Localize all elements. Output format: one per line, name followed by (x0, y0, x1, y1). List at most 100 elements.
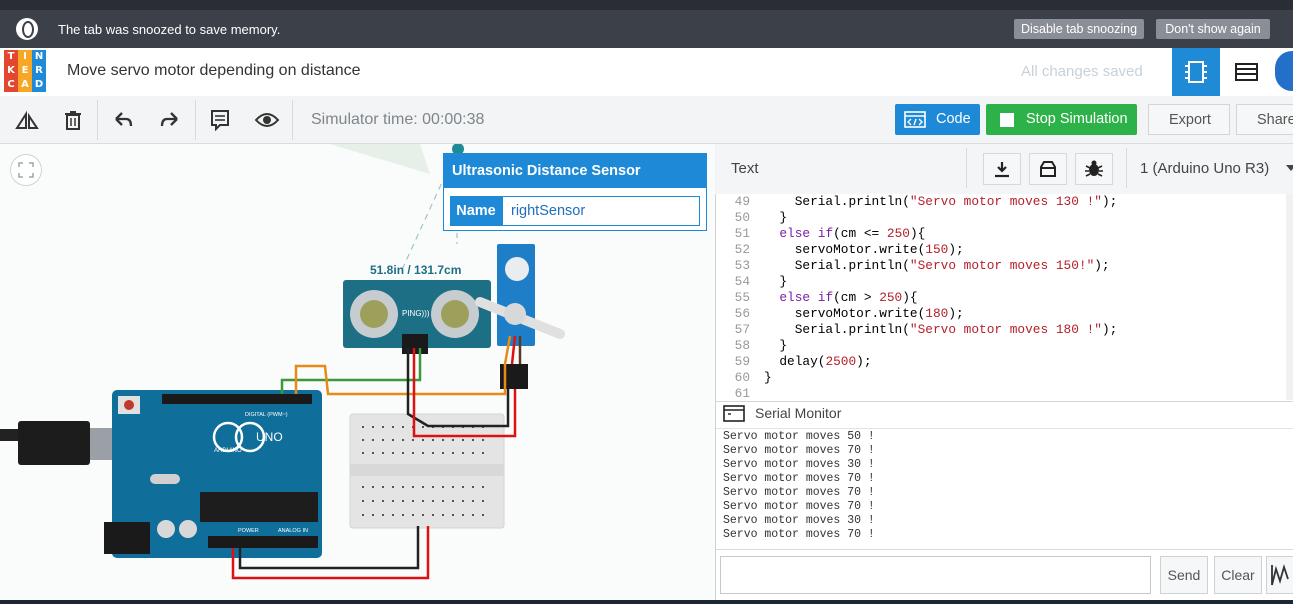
code-text: } (764, 338, 788, 353)
code-text: } (764, 370, 772, 385)
graph-button[interactable] (1266, 556, 1293, 594)
rotate-button[interactable] (4, 96, 50, 143)
logo-letter: R (32, 64, 46, 78)
code-button[interactable]: Code (895, 104, 980, 135)
code-text: Serial.println("Servo motor moves 180 !"… (764, 322, 1118, 337)
export-button[interactable]: Export (1148, 104, 1230, 135)
serial-line: Servo motor moves 70 ! (723, 472, 875, 485)
code-text: } (764, 210, 788, 225)
table-icon (1235, 63, 1258, 81)
code-line[interactable]: 49 Serial.println("Servo motor moves 130… (716, 194, 1118, 210)
component-name-input[interactable]: rightSensor (502, 196, 700, 226)
code-line[interactable]: 51 else if(cm <= 250){ (716, 226, 926, 242)
fit-view-button[interactable] (10, 154, 42, 186)
share-label: Share (1257, 112, 1293, 128)
debugger-button[interactable] (1075, 153, 1113, 185)
library-box-icon (1040, 161, 1056, 177)
logo-letter: I (18, 50, 32, 64)
circuit-view-button[interactable] (1172, 48, 1220, 96)
libraries-button[interactable] (1029, 153, 1067, 185)
logo-letter: N (32, 50, 46, 64)
stop-simulation-button[interactable]: Stop Simulation (986, 104, 1137, 135)
code-text: Serial.println("Servo motor moves 150!")… (764, 258, 1110, 273)
redo-button[interactable] (147, 96, 193, 143)
code-text: } (764, 274, 788, 289)
undo-icon (115, 111, 133, 126)
code-line[interactable]: 50 } (716, 210, 787, 226)
tinkercad-logo[interactable]: TINKERCAD (4, 50, 46, 92)
logo-letter: C (4, 78, 18, 92)
view-toggle-button[interactable] (244, 96, 290, 143)
serial-input[interactable] (720, 556, 1151, 594)
logo-letter: T (4, 50, 18, 64)
delete-button[interactable] (50, 96, 96, 143)
serial-line: Servo motor moves 70 ! (723, 444, 875, 457)
code-text: Serial.println("Servo motor moves 130 !"… (764, 194, 1118, 209)
code-editor[interactable]: 49 Serial.println("Servo motor moves 130… (716, 194, 1293, 400)
board-select[interactable]: 1 (Arduino Uno R3) (1140, 160, 1269, 177)
undo-button[interactable] (100, 96, 146, 143)
line-number: 58 (734, 338, 750, 353)
code-line[interactable]: 61 (716, 386, 764, 400)
sensor-label: PING))) (402, 309, 430, 318)
opera-logo-icon (16, 18, 38, 40)
code-line[interactable]: 60} (716, 370, 772, 386)
notes-button[interactable] (197, 96, 243, 143)
logo-letter: K (4, 64, 18, 78)
code-text: else if(cm > 250){ (779, 290, 918, 305)
disable-snoozing-button[interactable]: Disable tab snoozing (1014, 19, 1144, 39)
project-title[interactable]: Move servo motor depending on distance (67, 62, 361, 80)
code-line[interactable]: 57 Serial.println("Servo motor moves 180… (716, 322, 1118, 338)
simulator-time: Simulator time: 00:00:38 (311, 111, 485, 128)
serial-line: Servo motor moves 30 ! (723, 458, 875, 471)
dont-show-again-button[interactable]: Don't show again (1156, 19, 1270, 39)
code-line[interactable]: 54 } (716, 274, 787, 290)
editor-mode-select[interactable]: Text (731, 160, 759, 177)
power-label: POWER (238, 528, 259, 534)
line-number: 60 (734, 370, 750, 385)
expand-icon (18, 162, 34, 178)
name-label: Name (450, 196, 502, 226)
distance-readout: 51.8in / 131.7cm (370, 263, 461, 277)
circuit-chip-icon (1185, 61, 1207, 83)
bug-icon (1085, 160, 1103, 177)
serial-line: Servo motor moves 50 ! (723, 430, 875, 443)
line-number: 52 (734, 242, 750, 257)
graph-icon (1271, 563, 1289, 586)
code-line[interactable]: 56 servoMotor.write(180); (716, 306, 964, 322)
code-line[interactable]: 58 } (716, 338, 787, 354)
code-line[interactable]: 53 Serial.println("Servo motor moves 150… (716, 258, 1110, 274)
download-button[interactable] (983, 153, 1021, 185)
code-text: else if(cm <= 250){ (779, 226, 926, 241)
send-button[interactable]: Send (1160, 556, 1208, 594)
clear-button[interactable]: Clear (1214, 556, 1262, 594)
stop-label: Stop Simulation (1026, 111, 1128, 127)
component-inspector: Ultrasonic Distance Sensor Name rightSen… (443, 153, 707, 231)
digital-label: DIGITAL (PWM~) (245, 412, 288, 418)
arduino-brand-label: ARDUINO (214, 448, 242, 454)
download-icon (995, 162, 1009, 178)
snooze-message: The tab was snoozed to save memory. (58, 22, 281, 37)
code-icon (904, 111, 926, 128)
notes-icon (211, 109, 229, 131)
code-line[interactable]: 52 servoMotor.write(150); (716, 242, 964, 258)
serial-line: Servo motor moves 30 ! (723, 514, 875, 527)
code-label: Code (936, 111, 971, 127)
line-number: 51 (734, 226, 750, 241)
serial-line: Servo motor moves 70 ! (723, 486, 875, 499)
share-button[interactable]: Share (1236, 104, 1293, 135)
component-list-button[interactable] (1222, 48, 1270, 96)
rotate-icon (15, 110, 39, 129)
code-line[interactable]: 55 else if(cm > 250){ (716, 290, 918, 306)
code-text: delay(2500); (764, 354, 872, 369)
line-number: 59 (734, 354, 750, 369)
editor-scrollbar[interactable] (1286, 194, 1293, 400)
serial-line: Servo motor moves 70 ! (723, 528, 875, 541)
serial-monitor-icon (723, 405, 745, 422)
code-line[interactable]: 59 delay(2500); (716, 354, 872, 370)
inspector-title: Ultrasonic Distance Sensor (444, 154, 706, 188)
stop-icon (1000, 113, 1014, 127)
analog-label: ANALOG IN (278, 528, 308, 534)
logo-letter: E (18, 64, 32, 78)
line-number: 56 (734, 306, 750, 321)
